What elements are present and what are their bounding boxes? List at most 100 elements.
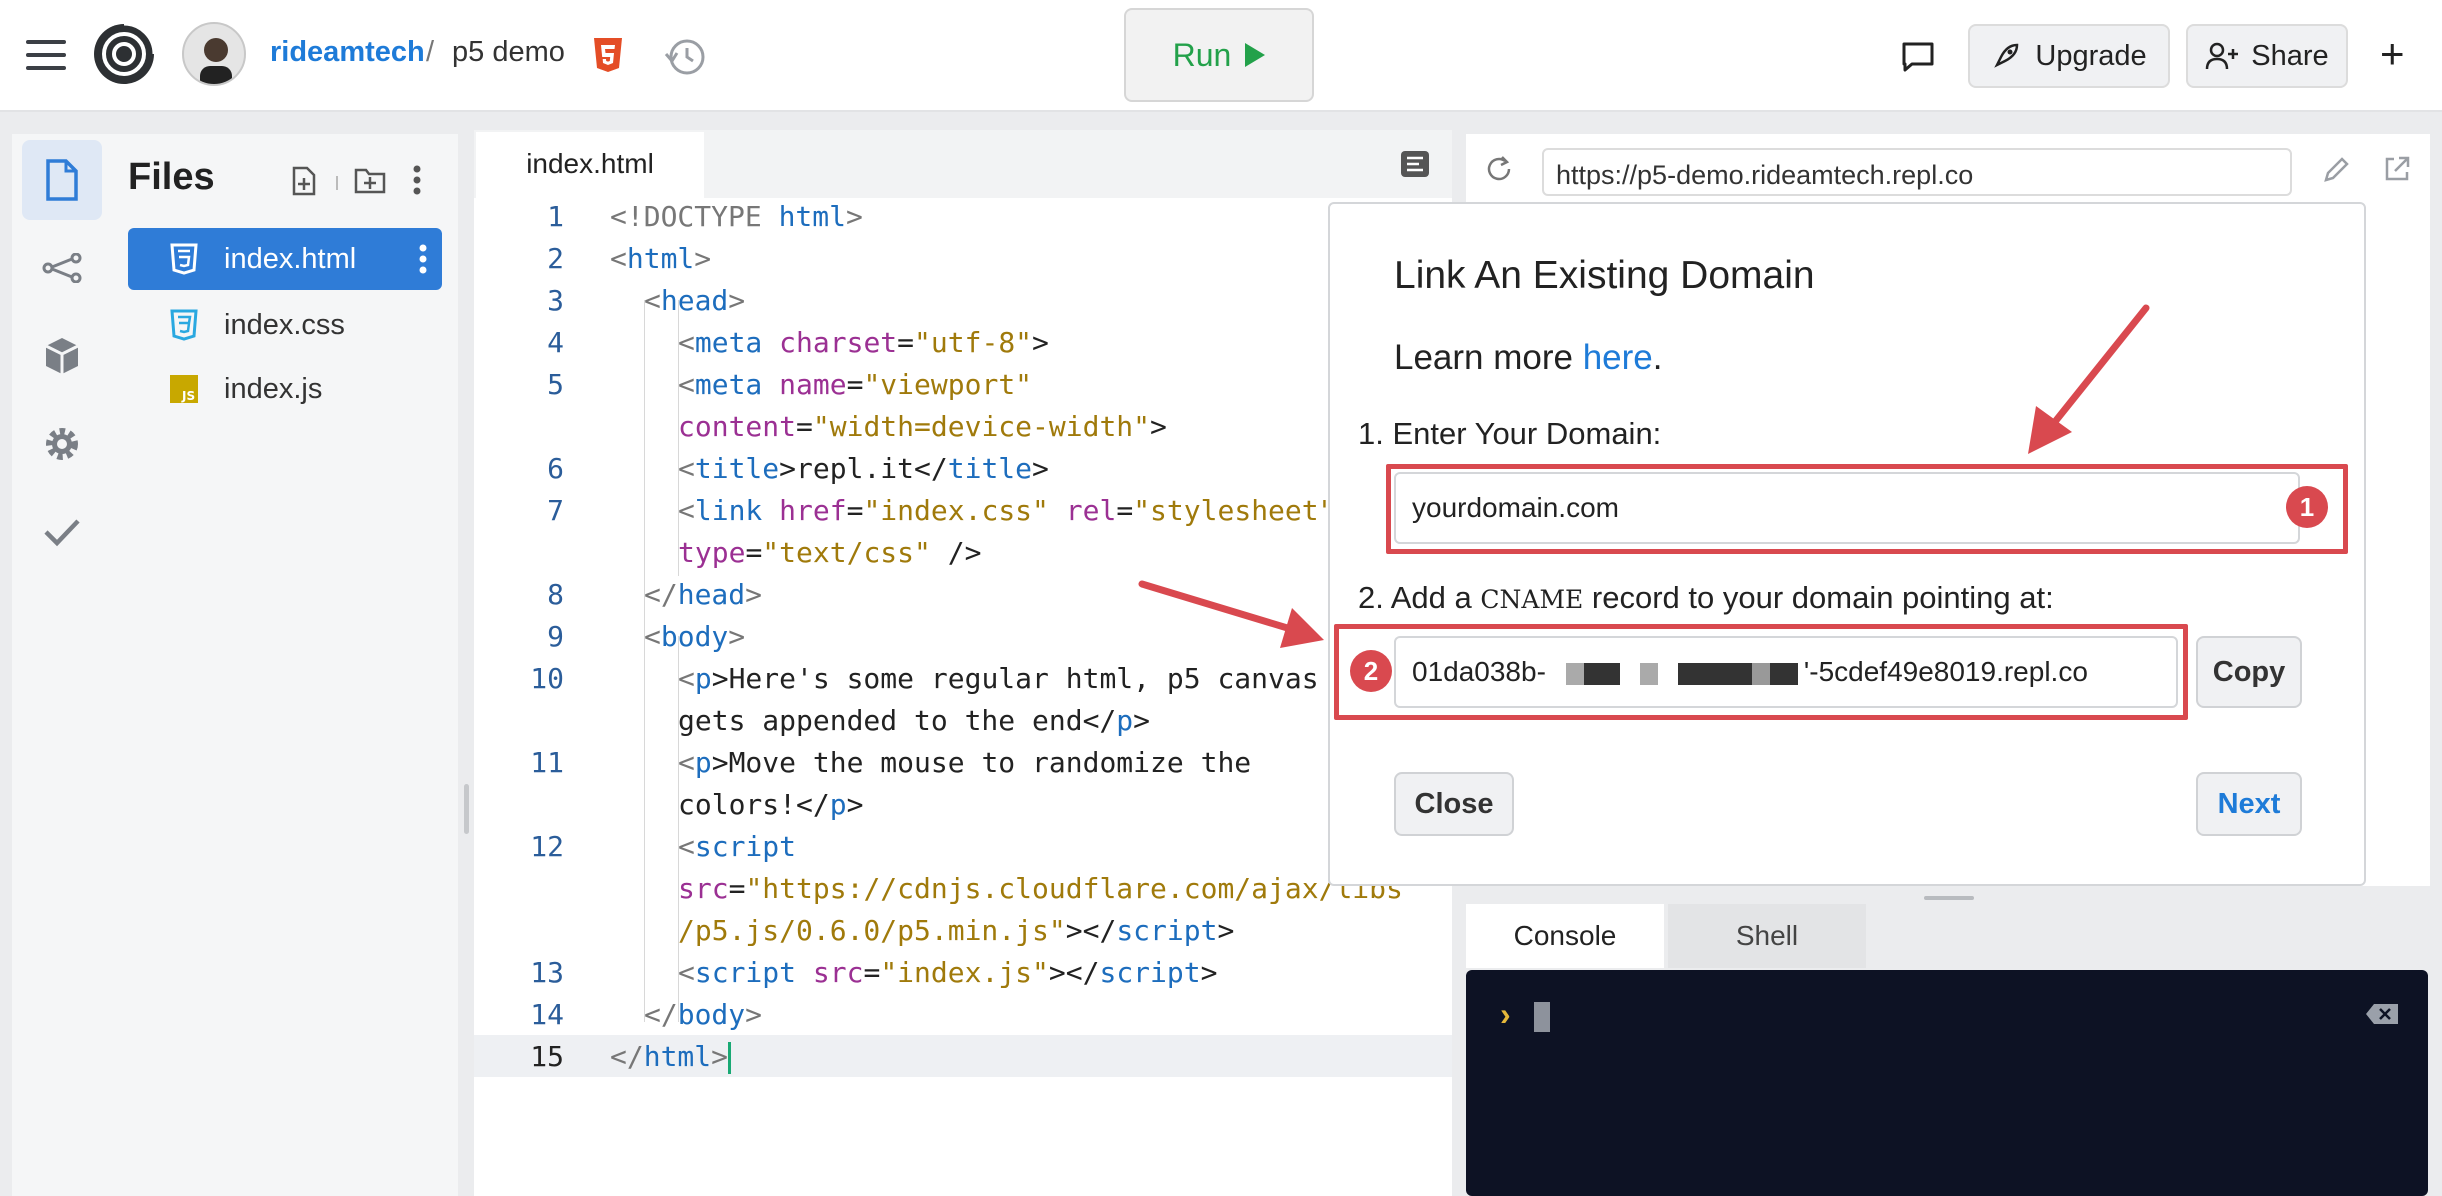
code-line[interactable]: <script xyxy=(678,826,796,868)
line-number: 1 xyxy=(547,200,564,233)
line-number: 14 xyxy=(530,998,564,1031)
version-control-button[interactable] xyxy=(22,228,102,308)
line-number: 2 xyxy=(547,242,564,275)
code-line[interactable]: src="https://cdnjs.cloudflare.com/ajax/l… xyxy=(678,868,1403,910)
format-icon[interactable] xyxy=(1400,150,1430,178)
line-number: 5 xyxy=(547,368,564,401)
upgrade-button[interactable]: Upgrade xyxy=(1968,24,2170,88)
new-file-icon[interactable] xyxy=(290,166,318,196)
arrowhead-icon xyxy=(1280,608,1324,648)
gear-icon xyxy=(46,428,78,460)
tab-console[interactable]: Console xyxy=(1466,904,1664,968)
replit-logo-icon[interactable] xyxy=(92,22,156,86)
close-button[interactable]: Close xyxy=(1394,772,1514,836)
js-icon: JS xyxy=(168,372,200,406)
code-line[interactable]: <!DOCTYPE html> xyxy=(610,196,863,238)
share-label: Share xyxy=(2251,39,2329,72)
run-button[interactable]: Run xyxy=(1124,8,1314,102)
console-cursor xyxy=(1534,1002,1550,1032)
code-line[interactable]: <meta name="viewport" xyxy=(678,364,1032,406)
svg-text:JS: JS xyxy=(181,389,195,403)
git-branch-icon xyxy=(42,253,82,283)
code-line[interactable]: <title>repl.it</title> xyxy=(678,448,1049,490)
line-number: 7 xyxy=(547,494,564,527)
code-line[interactable]: </head> xyxy=(644,574,762,616)
code-line[interactable]: /p5.js/0.6.0/p5.min.js"></script> xyxy=(678,910,1234,952)
new-button[interactable]: + xyxy=(2380,30,2405,78)
edit-pencil-icon[interactable] xyxy=(2322,154,2352,184)
console-output[interactable] xyxy=(1466,970,2428,1196)
run-label: Run xyxy=(1172,36,1232,73)
file-item-index-css[interactable]: index.css xyxy=(128,294,442,356)
history-icon[interactable] xyxy=(664,36,706,78)
annotation-arrow-2 xyxy=(1138,580,1298,634)
project-name[interactable]: p5 demo xyxy=(452,36,565,69)
tab-shell[interactable]: Shell xyxy=(1668,904,1866,968)
play-icon xyxy=(1245,43,1266,67)
console-prompt: › xyxy=(1500,996,1511,1032)
file-label: index.html xyxy=(224,242,357,275)
code-line[interactable]: <p>Move the mouse to randomize the xyxy=(678,742,1251,784)
indent-guide xyxy=(644,300,645,1022)
next-button[interactable]: Next xyxy=(2196,772,2302,836)
copy-button[interactable]: Copy xyxy=(2196,636,2302,708)
checkmark-icon xyxy=(44,519,80,547)
file-menu-icon[interactable] xyxy=(418,243,428,275)
line-number: 10 xyxy=(530,662,564,695)
annotation-arrows xyxy=(1138,304,2150,648)
code-line[interactable]: colors!</p> xyxy=(678,784,863,826)
line-number: 13 xyxy=(530,956,564,989)
webview-url[interactable]: https://p5-demo.rideamtech.repl.co xyxy=(1542,148,2292,196)
code-line[interactable]: <p>Here's some regular html, p5 canvas xyxy=(678,658,1319,700)
files-tool-button[interactable] xyxy=(22,140,102,220)
code-line[interactable]: gets appended to the end</p> xyxy=(678,700,1150,742)
line-number: 15 xyxy=(530,1040,564,1073)
settings-button[interactable] xyxy=(22,404,102,484)
clear-console-icon[interactable] xyxy=(2364,1002,2400,1026)
add-user-icon xyxy=(2206,42,2239,70)
tab-index-html[interactable]: index.html xyxy=(476,132,704,198)
html5-icon xyxy=(594,38,622,72)
line-number: 6 xyxy=(547,452,564,485)
code-line[interactable]: <meta charset="utf-8"> xyxy=(678,322,1049,364)
panel-resize-handle[interactable] xyxy=(1924,896,1974,900)
css3-icon xyxy=(168,308,200,342)
divider xyxy=(336,176,338,190)
username-link[interactable]: rideamtech xyxy=(270,36,425,69)
line-number: 8 xyxy=(547,578,564,611)
upgrade-label: Upgrade xyxy=(2035,39,2147,72)
code-line[interactable]: <script src="index.js"></script> xyxy=(678,952,1217,994)
code-line[interactable]: <html> xyxy=(610,238,711,280)
code-line[interactable]: </html> xyxy=(610,1036,732,1078)
file-item-index-js[interactable]: JS index.js xyxy=(128,358,442,420)
code-line[interactable]: content="width=device-width"> xyxy=(678,406,1167,448)
share-button[interactable]: Share xyxy=(2186,24,2348,88)
avatar[interactable] xyxy=(182,22,246,86)
unit-tests-button[interactable] xyxy=(22,492,102,572)
rocket-icon xyxy=(1994,43,2019,68)
line-number: 4 xyxy=(547,326,564,359)
redacted-block xyxy=(1565,656,1798,688)
code-line[interactable]: <head> xyxy=(644,280,745,322)
refresh-icon[interactable] xyxy=(1484,154,1514,184)
files-title: Files xyxy=(128,156,215,198)
file-icon xyxy=(46,159,78,201)
chat-icon[interactable] xyxy=(1900,40,1936,74)
package-icon xyxy=(45,338,79,374)
menu-icon[interactable] xyxy=(26,40,66,70)
code-line[interactable]: <body> xyxy=(644,616,745,658)
panel-resize-handle[interactable] xyxy=(464,784,469,834)
open-new-tab-icon[interactable] xyxy=(2382,154,2412,184)
line-number: 12 xyxy=(530,830,564,863)
new-folder-icon[interactable] xyxy=(354,166,386,194)
line-number: 9 xyxy=(547,620,564,653)
breadcrumb-separator: / xyxy=(426,36,435,68)
more-options-icon[interactable] xyxy=(412,164,422,196)
line-number: 11 xyxy=(530,746,564,779)
annotation-badge: 1 xyxy=(2286,486,2328,528)
code-line[interactable]: </body> xyxy=(644,994,762,1036)
code-line[interactable]: type="text/css" /> xyxy=(678,532,981,574)
file-item-index-html[interactable]: index.html xyxy=(128,228,442,290)
packages-button[interactable] xyxy=(22,316,102,396)
text-cursor xyxy=(728,1042,732,1074)
